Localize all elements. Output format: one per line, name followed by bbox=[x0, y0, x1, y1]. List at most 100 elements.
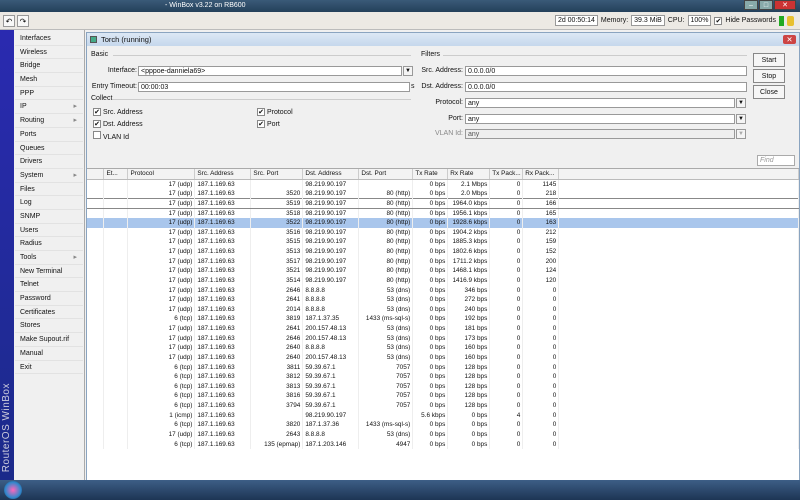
table-row[interactable]: 6 (tcp) 187.1.169.63 3819 187.1.37.35 1433 (… bbox=[87, 314, 799, 324]
stop-button[interactable]: Stop bbox=[753, 69, 785, 83]
table-row[interactable]: 17 (udp) 187.1.169.63 3513 98.219.90.197 80 … bbox=[87, 246, 799, 257]
sidebar-item-radius[interactable]: Radius bbox=[15, 237, 83, 251]
entry-timeout-input[interactable]: 00:00:03 bbox=[138, 82, 410, 92]
table-row[interactable]: 1 (icmp) 187.1.169.63 98.219.90.197 5.6 kbp… bbox=[87, 410, 799, 420]
table-row[interactable]: 17 (udp) 187.1.169.63 2646 200.157.48.13 53 … bbox=[87, 333, 799, 343]
cpu-label: CPU: bbox=[667, 17, 685, 24]
redo-button[interactable]: ↷ bbox=[17, 15, 29, 27]
table-cell: 98.219.90.197 bbox=[302, 197, 360, 209]
maximize-button[interactable]: □ bbox=[759, 0, 773, 10]
column-header[interactable]: Tx Rate bbox=[412, 169, 449, 180]
sidebar-item-interfaces[interactable]: Interfaces bbox=[15, 32, 83, 46]
table-row[interactable]: 6 (tcp) 187.1.169.63 3820 187.1.37.36 1433 (… bbox=[87, 420, 799, 430]
column-header[interactable] bbox=[87, 169, 105, 180]
sidebar-item-manual[interactable]: Manual bbox=[15, 347, 83, 361]
close-window-button[interactable]: ✕ bbox=[774, 0, 796, 10]
protocol-dropdown-icon[interactable]: ▼ bbox=[736, 98, 746, 108]
table-row[interactable]: 17 (udp) 187.1.169.63 98.219.90.197 0 bps 2.… bbox=[87, 179, 799, 189]
column-header[interactable]: Src. Address bbox=[194, 169, 252, 180]
sidebar-item-routing[interactable]: Routing ▸ bbox=[15, 114, 83, 128]
sidebar-item-stores[interactable]: Stores bbox=[15, 319, 83, 334]
filter-port-select[interactable]: any bbox=[465, 114, 735, 124]
sidebar-item-log[interactable]: Log bbox=[15, 196, 83, 210]
table-row[interactable]: 17 (udp) 187.1.169.63 2641 200.157.48.13 53 … bbox=[87, 323, 799, 334]
column-header[interactable]: Et... bbox=[103, 169, 129, 180]
table-row[interactable]: 17 (udp) 187.1.169.63 2014 8.8.8.8 53 (dns) 0… bbox=[87, 304, 799, 315]
table-row[interactable]: 17 (udp) 187.1.169.63 2641 8.8.8.8 53 (dns) 0… bbox=[87, 294, 799, 305]
table-cell: 80 (http) bbox=[358, 275, 414, 286]
interface-select[interactable]: <pppoe-danniela69> bbox=[138, 66, 402, 76]
table-row[interactable]: 6 (tcp) 187.1.169.63 3794 59.39.67.1 7057 0 b… bbox=[87, 400, 799, 411]
sidebar-item-exit[interactable]: Exit bbox=[15, 361, 83, 375]
table-row[interactable]: 17 (udp) 187.1.169.63 3519 98.219.90.197 80 … bbox=[87, 197, 799, 209]
sidebar-item-certificates[interactable]: Certificates bbox=[15, 306, 83, 320]
sidebar-item-queues[interactable]: Queues bbox=[15, 142, 83, 156]
column-header[interactable]: Rx Rate bbox=[447, 169, 491, 180]
column-header[interactable]: Dst. Address bbox=[302, 169, 360, 180]
table-row[interactable]: 6 (tcp) 187.1.169.63 3812 59.39.67.1 7057 0 b… bbox=[87, 371, 799, 382]
interface-dropdown-icon[interactable]: ▼ bbox=[403, 66, 413, 76]
sidebar-item-new-terminal[interactable]: New Terminal bbox=[15, 265, 83, 279]
port-checkbox[interactable]: ✔ bbox=[257, 120, 265, 128]
table-row[interactable]: 17 (udp) 187.1.169.63 3520 98.219.90.197 80 … bbox=[87, 188, 799, 199]
sidebar-item-mesh[interactable]: Mesh bbox=[15, 73, 83, 87]
table-row[interactable]: 17 (udp) 187.1.169.63 3517 98.219.90.197 80 … bbox=[87, 256, 799, 266]
table-row[interactable]: 17 (udp) 187.1.169.63 3518 98.219.90.197 80 … bbox=[87, 208, 799, 218]
dst-address-checkbox[interactable]: ✔ bbox=[93, 120, 101, 128]
sidebar-item-password[interactable]: Password bbox=[15, 292, 83, 306]
table-row[interactable]: 6 (tcp) 187.1.169.63 3813 59.39.67.1 7057 0 b… bbox=[87, 381, 799, 392]
table-row[interactable]: 17 (udp) 187.1.169.63 3514 98.219.90.197 80 … bbox=[87, 275, 799, 286]
table-row[interactable]: 17 (udp) 187.1.169.63 2640 8.8.8.8 53 (dns) 0… bbox=[87, 343, 799, 353]
table-cell: 0 bbox=[522, 362, 560, 372]
column-header[interactable]: Rx Pack... bbox=[522, 169, 560, 180]
sidebar-item-ppp[interactable]: PPP bbox=[15, 87, 83, 101]
table-row[interactable]: 6 (tcp) 187.1.169.63 135 (epmap) 187.1.203.… bbox=[87, 439, 799, 449]
port-dropdown-icon[interactable]: ▼ bbox=[736, 114, 746, 124]
table-cell: 0 bbox=[489, 179, 524, 189]
close-button[interactable]: Close bbox=[753, 85, 785, 99]
sidebar-item-tools[interactable]: Tools ▸ bbox=[15, 251, 83, 265]
sidebar-item-users[interactable]: Users bbox=[15, 224, 83, 238]
src-address-checkbox[interactable]: ✔ bbox=[93, 108, 101, 116]
sidebar-item-bridge[interactable]: Bridge bbox=[15, 59, 83, 74]
sidebar-item-drivers[interactable]: Drivers bbox=[15, 155, 83, 169]
start-button[interactable]: Start bbox=[753, 53, 785, 67]
table-row[interactable]: 17 (udp) 187.1.169.63 3516 98.219.90.197 80 … bbox=[87, 227, 799, 238]
column-header[interactable]: Protocol bbox=[127, 169, 196, 180]
sidebar-item-system[interactable]: System ▸ bbox=[15, 169, 83, 183]
sidebar-item-make-supout-rif[interactable]: Make Supout.rif bbox=[15, 333, 83, 347]
column-header[interactable]: Dst. Port bbox=[358, 169, 414, 180]
column-header[interactable]: Tx Pack... bbox=[489, 169, 524, 180]
table-cell-empty bbox=[558, 333, 799, 343]
protocol-checkbox[interactable]: ✔ bbox=[257, 108, 265, 116]
filter-protocol-select[interactable]: any bbox=[465, 98, 735, 108]
sidebar-item-wireless[interactable]: Wireless bbox=[15, 46, 83, 60]
start-menu-icon[interactable] bbox=[4, 481, 22, 499]
table-row[interactable]: 17 (udp) 187.1.169.63 2640 200.157.48.13 53 … bbox=[87, 352, 799, 363]
sidebar-item-files[interactable]: Files bbox=[15, 183, 83, 197]
table-cell: 7057 bbox=[358, 381, 414, 392]
sidebar-item-ip[interactable]: IP ▸ bbox=[15, 100, 83, 115]
table-row[interactable]: 17 (udp) 187.1.169.63 3522 98.219.90.197 80 … bbox=[87, 217, 799, 228]
filter-src-input[interactable]: 0.0.0.0/0 bbox=[465, 66, 747, 76]
hide-passwords-checkbox[interactable]: ✔ bbox=[714, 16, 723, 25]
find-input[interactable]: Find bbox=[757, 155, 795, 166]
minimize-button[interactable]: – bbox=[744, 0, 758, 10]
table-row[interactable]: 17 (udp) 187.1.169.63 2646 8.8.8.8 53 (dns) 0… bbox=[87, 285, 799, 295]
sidebar-item-ports[interactable]: Ports bbox=[15, 128, 83, 142]
table-row[interactable]: 6 (tcp) 187.1.169.63 3816 59.39.67.1 7057 0 b… bbox=[87, 391, 799, 401]
table-row[interactable]: 17 (udp) 187.1.169.63 3515 98.219.90.197 80 … bbox=[87, 237, 799, 247]
table-row[interactable]: 17 (udp) 187.1.169.63 2643 8.8.8.8 53 (dns) 0… bbox=[87, 429, 799, 440]
table-cell: 0 bbox=[489, 266, 524, 276]
table-row[interactable]: 17 (udp) 187.1.169.63 3521 98.219.90.197 80 … bbox=[87, 266, 799, 276]
filter-dst-input[interactable]: 0.0.0.0/0 bbox=[465, 82, 747, 92]
close-torch-icon[interactable]: ✕ bbox=[783, 35, 796, 44]
vlan-id-checkbox[interactable] bbox=[93, 131, 101, 139]
table-cell-empty bbox=[87, 294, 105, 305]
column-header[interactable]: Src. Port bbox=[250, 169, 304, 180]
sidebar-item-telnet[interactable]: Telnet bbox=[15, 278, 83, 293]
sidebar-item-snmp[interactable]: SNMP bbox=[15, 210, 83, 224]
sidebar-item-label: PPP bbox=[20, 89, 35, 97]
table-row[interactable]: 6 (tcp) 187.1.169.63 3811 59.39.67.1 7057 0 b… bbox=[87, 362, 799, 372]
undo-button[interactable]: ↶ bbox=[3, 15, 15, 27]
